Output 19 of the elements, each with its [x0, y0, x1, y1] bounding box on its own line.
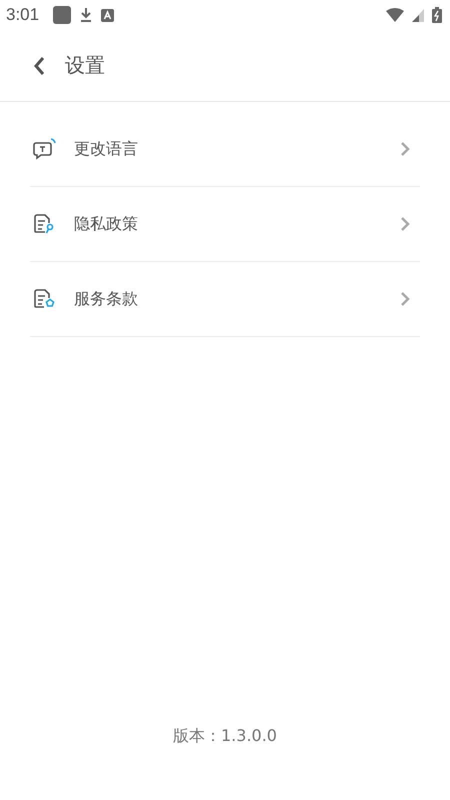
document-key-icon [32, 213, 56, 235]
status-time: 3:01 [6, 5, 40, 25]
download-icon [79, 7, 94, 23]
chevron-right-icon [400, 291, 410, 307]
settings-item[interactable]: 隐私政策 [30, 187, 420, 262]
app-notification-icon [53, 6, 72, 24]
app-notification-icon [101, 8, 114, 22]
battery-icon [432, 7, 442, 23]
page-title: 设置 [65, 52, 105, 79]
chevron-right-icon [400, 216, 410, 232]
back-icon [33, 56, 45, 76]
document-badge-icon [32, 288, 56, 310]
version-text: 版本：1.3.0.0 [173, 726, 277, 747]
wifi-icon [386, 8, 404, 22]
speech-bubble-icon [32, 138, 56, 160]
settings-item[interactable]: 服务条款 [30, 262, 420, 337]
settings-item[interactable]: 更改语言 [30, 112, 420, 187]
chevron-right-icon [400, 141, 410, 157]
signal-icon [412, 8, 424, 22]
